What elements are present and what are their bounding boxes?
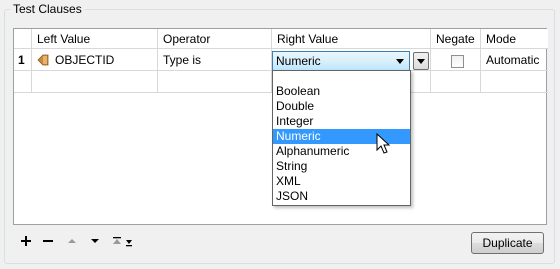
row-number-header <box>14 29 32 49</box>
header-operator[interactable]: Operator <box>158 29 272 49</box>
attribute-icon <box>37 54 49 66</box>
mode-cell[interactable]: Automatic <box>481 49 548 71</box>
row-number: 1 <box>14 49 32 71</box>
option-integer[interactable]: Integer <box>273 114 410 129</box>
chevron-down-icon <box>417 59 425 64</box>
option-boolean[interactable]: Boolean <box>273 84 410 99</box>
move-top-bottom-icon[interactable] <box>110 234 136 248</box>
right-value-selected: Numeric <box>276 54 321 68</box>
option-json[interactable]: JSON <box>273 189 410 204</box>
operator-cell[interactable]: Type is <box>158 49 272 71</box>
empty-cell[interactable] <box>32 71 158 93</box>
add-icon[interactable] <box>18 234 34 248</box>
empty-cell[interactable] <box>481 71 548 93</box>
move-down-icon[interactable] <box>87 234 103 248</box>
negate-checkbox[interactable] <box>451 55 464 68</box>
right-value-menu-button[interactable] <box>413 52 429 70</box>
empty-row-number <box>14 71 32 93</box>
chevron-down-icon <box>396 59 404 64</box>
mouse-cursor-icon <box>376 133 390 154</box>
move-up-icon[interactable] <box>64 234 80 248</box>
empty-cell[interactable] <box>158 71 272 93</box>
header-left-value[interactable]: Left Value <box>32 29 158 49</box>
option-double[interactable]: Double <box>273 99 410 114</box>
header-right-value[interactable]: Right Value <box>272 29 431 49</box>
duplicate-button[interactable]: Duplicate <box>471 232 544 254</box>
header-mode[interactable]: Mode <box>481 29 548 49</box>
left-value-text: OBJECTID <box>55 53 115 67</box>
right-value-dropdown-list: Boolean Double Integer Numeric Alphanume… <box>272 70 411 206</box>
option-string[interactable]: String <box>273 159 410 174</box>
header-negate[interactable]: Negate <box>431 29 481 49</box>
left-value-cell[interactable]: OBJECTID <box>32 49 158 71</box>
right-value-combobox[interactable]: Numeric <box>272 51 410 71</box>
group-title: Test Clauses <box>10 2 85 16</box>
remove-icon[interactable] <box>40 234 56 248</box>
empty-cell[interactable] <box>431 71 481 93</box>
option-xml[interactable]: XML <box>273 174 410 189</box>
